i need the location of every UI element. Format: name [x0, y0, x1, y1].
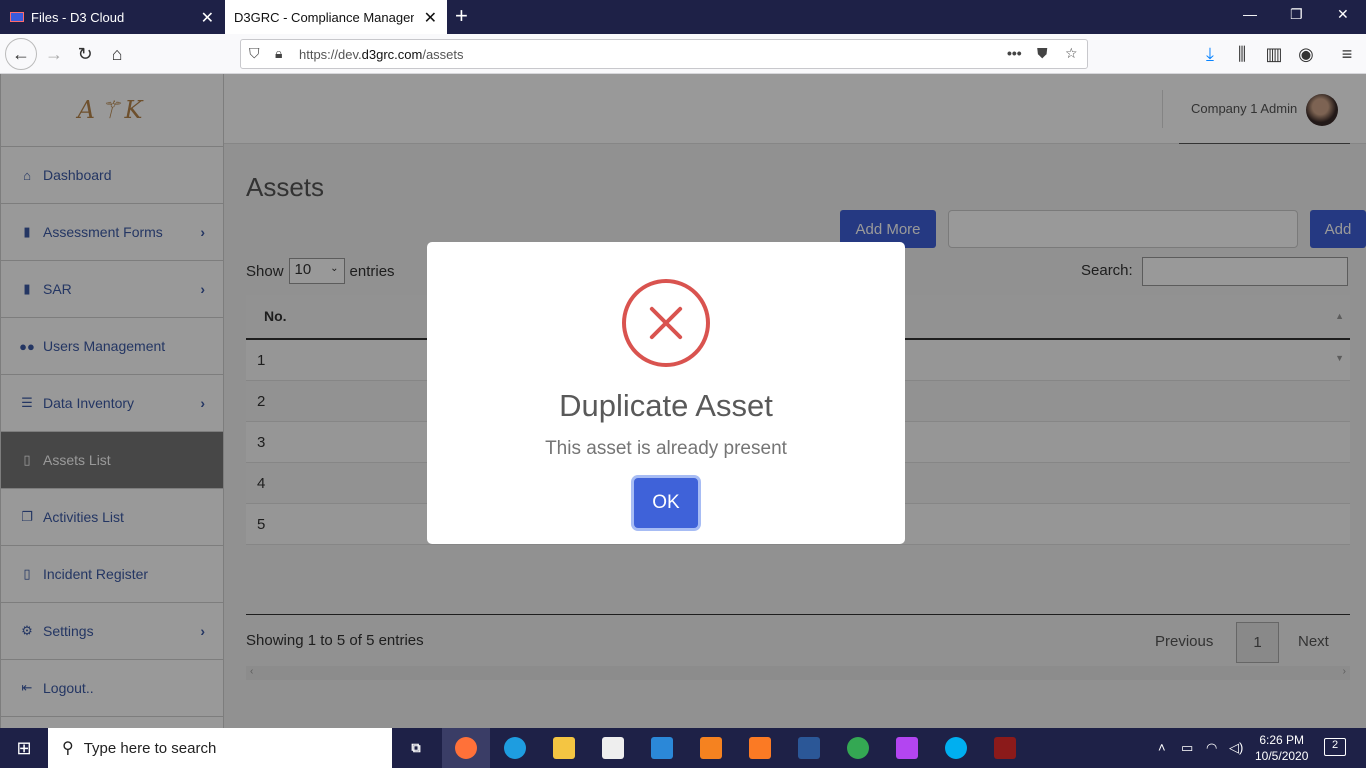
url-text[interactable]: https://dev.d3grc.com/assets	[299, 47, 464, 62]
ok-button[interactable]: OK	[634, 478, 698, 528]
browser-nav-bar: ← → ↻ ⌂ ⛉ 🔒︎ https://dev.d3grc.com/asset…	[0, 34, 1366, 74]
pocket-icon[interactable]: ⛊	[1037, 45, 1048, 62]
sublime-text-icon[interactable]	[687, 728, 735, 768]
dialog-title: Duplicate Asset	[559, 388, 773, 423]
xampp-icon[interactable]	[736, 728, 784, 768]
word-icon[interactable]	[785, 728, 833, 768]
close-tab-icon[interactable]: ✕	[424, 8, 437, 28]
shield-icon[interactable]: ⛉	[249, 45, 260, 62]
edge-icon[interactable]	[491, 728, 539, 768]
new-tab-icon[interactable]: +	[455, 3, 468, 29]
url-bar[interactable]: ⛉ 🔒︎ https://dev.d3grc.com/assets ••• ⛊ …	[240, 39, 1088, 69]
account-icon[interactable]: ◉	[1292, 40, 1320, 68]
lock-icon[interactable]: 🔒︎	[275, 45, 282, 62]
browser-tab-d3grc[interactable]: D3GRC - Compliance Management ✕	[225, 0, 447, 34]
system-clock[interactable]: 6:26 PM 10/5/2020	[1255, 732, 1308, 764]
d3-cloud-favicon-icon	[10, 12, 24, 22]
task-view-icon[interactable]: ⧉	[392, 728, 440, 768]
forward-icon[interactable]: →	[40, 40, 68, 68]
minimize-icon[interactable]: —	[1243, 6, 1257, 22]
phpstorm-icon[interactable]	[883, 728, 931, 768]
error-x-icon	[622, 279, 710, 367]
close-tab-icon[interactable]: ✕	[201, 8, 214, 28]
downloads-icon[interactable]: ⤓	[1196, 40, 1224, 68]
skype-icon[interactable]	[932, 728, 980, 768]
more-actions-icon[interactable]: •••	[1007, 45, 1022, 61]
volume-icon[interactable]: ◁)	[1229, 740, 1243, 756]
search-icon: ⚲	[62, 740, 74, 757]
reload-icon[interactable]: ↻	[71, 40, 99, 68]
notification-center-icon[interactable]: 2	[1324, 738, 1346, 756]
sidebar-toggle-icon[interactable]: ▥	[1260, 40, 1288, 68]
wifi-icon[interactable]: ◠	[1206, 740, 1217, 756]
clock-date: 10/5/2020	[1255, 749, 1309, 763]
mail-icon[interactable]	[638, 728, 686, 768]
chrome-icon[interactable]	[834, 728, 882, 768]
library-icon[interactable]: ⫼	[1228, 40, 1256, 68]
chevron-up-icon[interactable]: ˄	[1158, 740, 1166, 755]
winrar-icon[interactable]	[981, 728, 1029, 768]
restore-icon[interactable]: ❐	[1290, 6, 1303, 23]
browser-tab-files[interactable]: Files - D3 Cloud ✕	[0, 0, 224, 34]
back-icon[interactable]: ←	[5, 38, 37, 70]
clock-time: 6:26 PM	[1259, 733, 1305, 747]
home-icon[interactable]: ⌂	[103, 40, 131, 68]
dialog-message: This asset is already present	[545, 438, 787, 459]
notification-count: 2	[1331, 739, 1339, 751]
tab-title: D3GRC - Compliance Management	[234, 9, 414, 25]
store-icon[interactable]	[589, 728, 637, 768]
browser-tab-bar: Files - D3 Cloud ✕ D3GRC - Compliance Ma…	[0, 0, 1366, 34]
windows-taskbar: ⊞ ⚲ Type here to search ⧉ ˄ ▭ ◠ ◁) 6:26 …	[0, 728, 1366, 768]
firefox-icon[interactable]	[442, 728, 490, 768]
taskbar-search[interactable]: ⚲ Type here to search	[48, 728, 392, 768]
file-explorer-icon[interactable]	[540, 728, 588, 768]
duplicate-asset-dialog: Duplicate Asset This asset is already pr…	[427, 242, 905, 544]
bookmark-star-icon[interactable]: ☆	[1065, 45, 1078, 62]
menu-icon[interactable]: ≡	[1333, 40, 1361, 68]
close-window-icon[interactable]: ✕	[1337, 6, 1349, 23]
battery-icon[interactable]: ▭	[1181, 740, 1193, 756]
windows-start-icon[interactable]: ⊞	[0, 728, 48, 768]
taskbar-search-placeholder: Type here to search	[83, 739, 217, 757]
tab-title: Files - D3 Cloud	[31, 9, 125, 25]
